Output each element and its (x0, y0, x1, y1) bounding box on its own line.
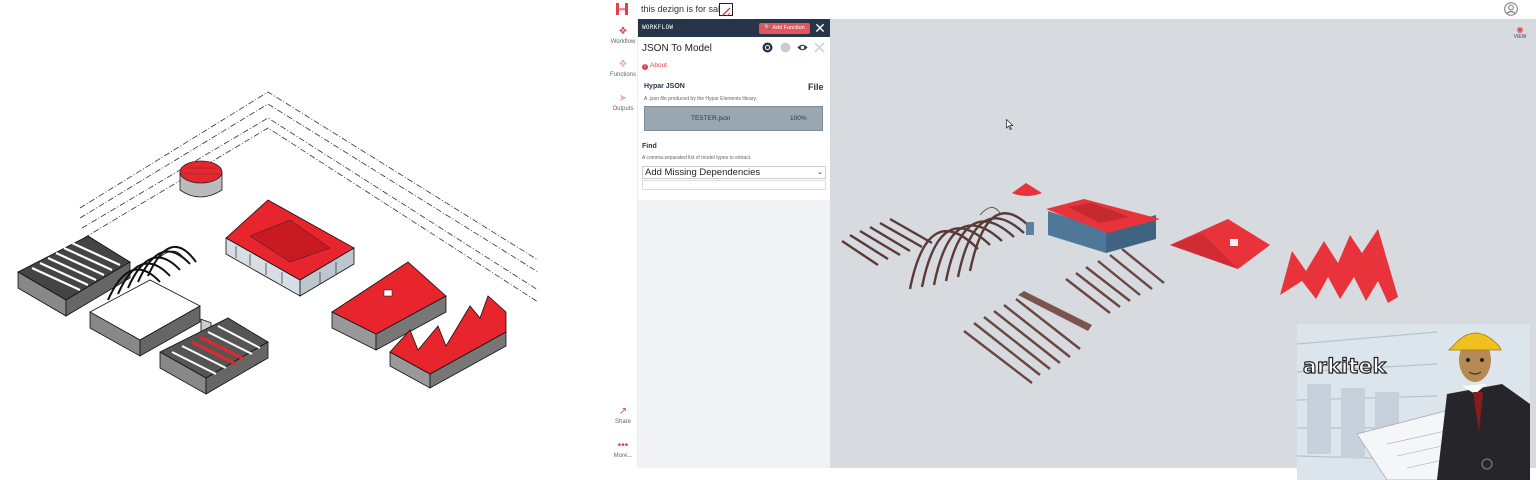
panel-title: WORKFLOW (642, 24, 674, 31)
close-panel-icon[interactable]: ✕ (813, 20, 827, 36)
model-main-building (1046, 199, 1160, 253)
left-rail: ❖ Workflow ❖ Functions ➤ Outputs ↗ Share… (608, 19, 638, 468)
rail-functions[interactable]: ❖ Functions (608, 59, 638, 79)
top-bar: this dezign is for sale (608, 0, 1536, 19)
select-value: Add Missing Dependencies (645, 167, 761, 178)
remove-function-icon[interactable] (814, 42, 825, 53)
input-label: Hypar JSON (644, 83, 685, 90)
rail-outputs-label: Outputs (612, 106, 634, 112)
rail-functions-label: Functions (609, 72, 636, 78)
user-avatar-icon[interactable] (1504, 2, 1518, 16)
find-label: Find (642, 143, 657, 150)
add-function-label: Add Function (772, 25, 805, 31)
model-panel (1026, 222, 1034, 235)
find-description: A comma-separated list of model types to… (642, 155, 752, 161)
rail-workflow-label: Workflow (610, 39, 636, 45)
screen: this dezign is for sale ❖ Workflow ❖ Fun… (0, 0, 1536, 480)
eye-icon[interactable] (797, 42, 808, 53)
meme-caption: arkitek (1302, 353, 1387, 378)
info-icon: ! (642, 64, 648, 70)
functions-icon: ❖ (618, 59, 628, 70)
file-upload[interactable]: TESTER.json 100% (644, 106, 823, 131)
cad-main-building (225, 199, 355, 297)
about-link[interactable]: ! About (642, 62, 667, 70)
edit-title-icon[interactable] (719, 3, 733, 17)
function-card: JSON To Model ! About Hypar JSON File A .… (638, 37, 830, 200)
rail-outputs[interactable]: ➤ Outputs (608, 93, 638, 113)
input-description: A .json file produced by the Hypar Eleme… (644, 96, 758, 102)
meme-background (1297, 324, 1530, 480)
panel-header: WORKFLOW 🔍 Add Function ✕ (638, 19, 830, 37)
project-title[interactable]: this dezign is for sale (641, 4, 725, 14)
cad-view (0, 0, 608, 480)
file-progress: 100% (790, 115, 807, 122)
model-arches (841, 212, 1031, 290)
rail-more-label: More... (613, 453, 633, 459)
file-name: TESTER.json (691, 115, 731, 122)
workflow-icon: ❖ (618, 26, 628, 37)
add-function-button[interactable]: 🔍 Add Function (759, 23, 810, 34)
model-cone (1012, 183, 1042, 196)
hypar-logo-icon[interactable] (615, 2, 629, 16)
rail-more[interactable]: ••• More... (608, 440, 638, 460)
chevron-down-icon: ⌄ (817, 169, 823, 176)
arkitek-meme-image: arkitek (1297, 324, 1530, 480)
cad-tank (179, 160, 223, 198)
rail-share-label: Share (614, 419, 631, 425)
rail-workflow[interactable]: ❖ Workflow (608, 26, 638, 46)
cad-drawing (17, 91, 539, 395)
more-icon: ••• (617, 440, 629, 451)
function-name: JSON To Model (642, 43, 712, 54)
find-input[interactable] (642, 180, 826, 190)
model-sawtooth-roof (1280, 229, 1398, 303)
input-type: File (808, 82, 824, 92)
about-label: About (650, 62, 667, 69)
layers-icon[interactable] (780, 42, 791, 53)
status-circle-icon[interactable] (762, 42, 773, 53)
rail-share[interactable]: ↗ Share (608, 406, 638, 426)
workflow-panel: WORKFLOW 🔍 Add Function ✕ JSON To Model … (638, 19, 830, 468)
dependencies-select[interactable]: Add Missing Dependencies ⌄ (642, 166, 826, 179)
outputs-icon: ➤ (618, 93, 628, 104)
share-icon: ↗ (618, 406, 628, 417)
